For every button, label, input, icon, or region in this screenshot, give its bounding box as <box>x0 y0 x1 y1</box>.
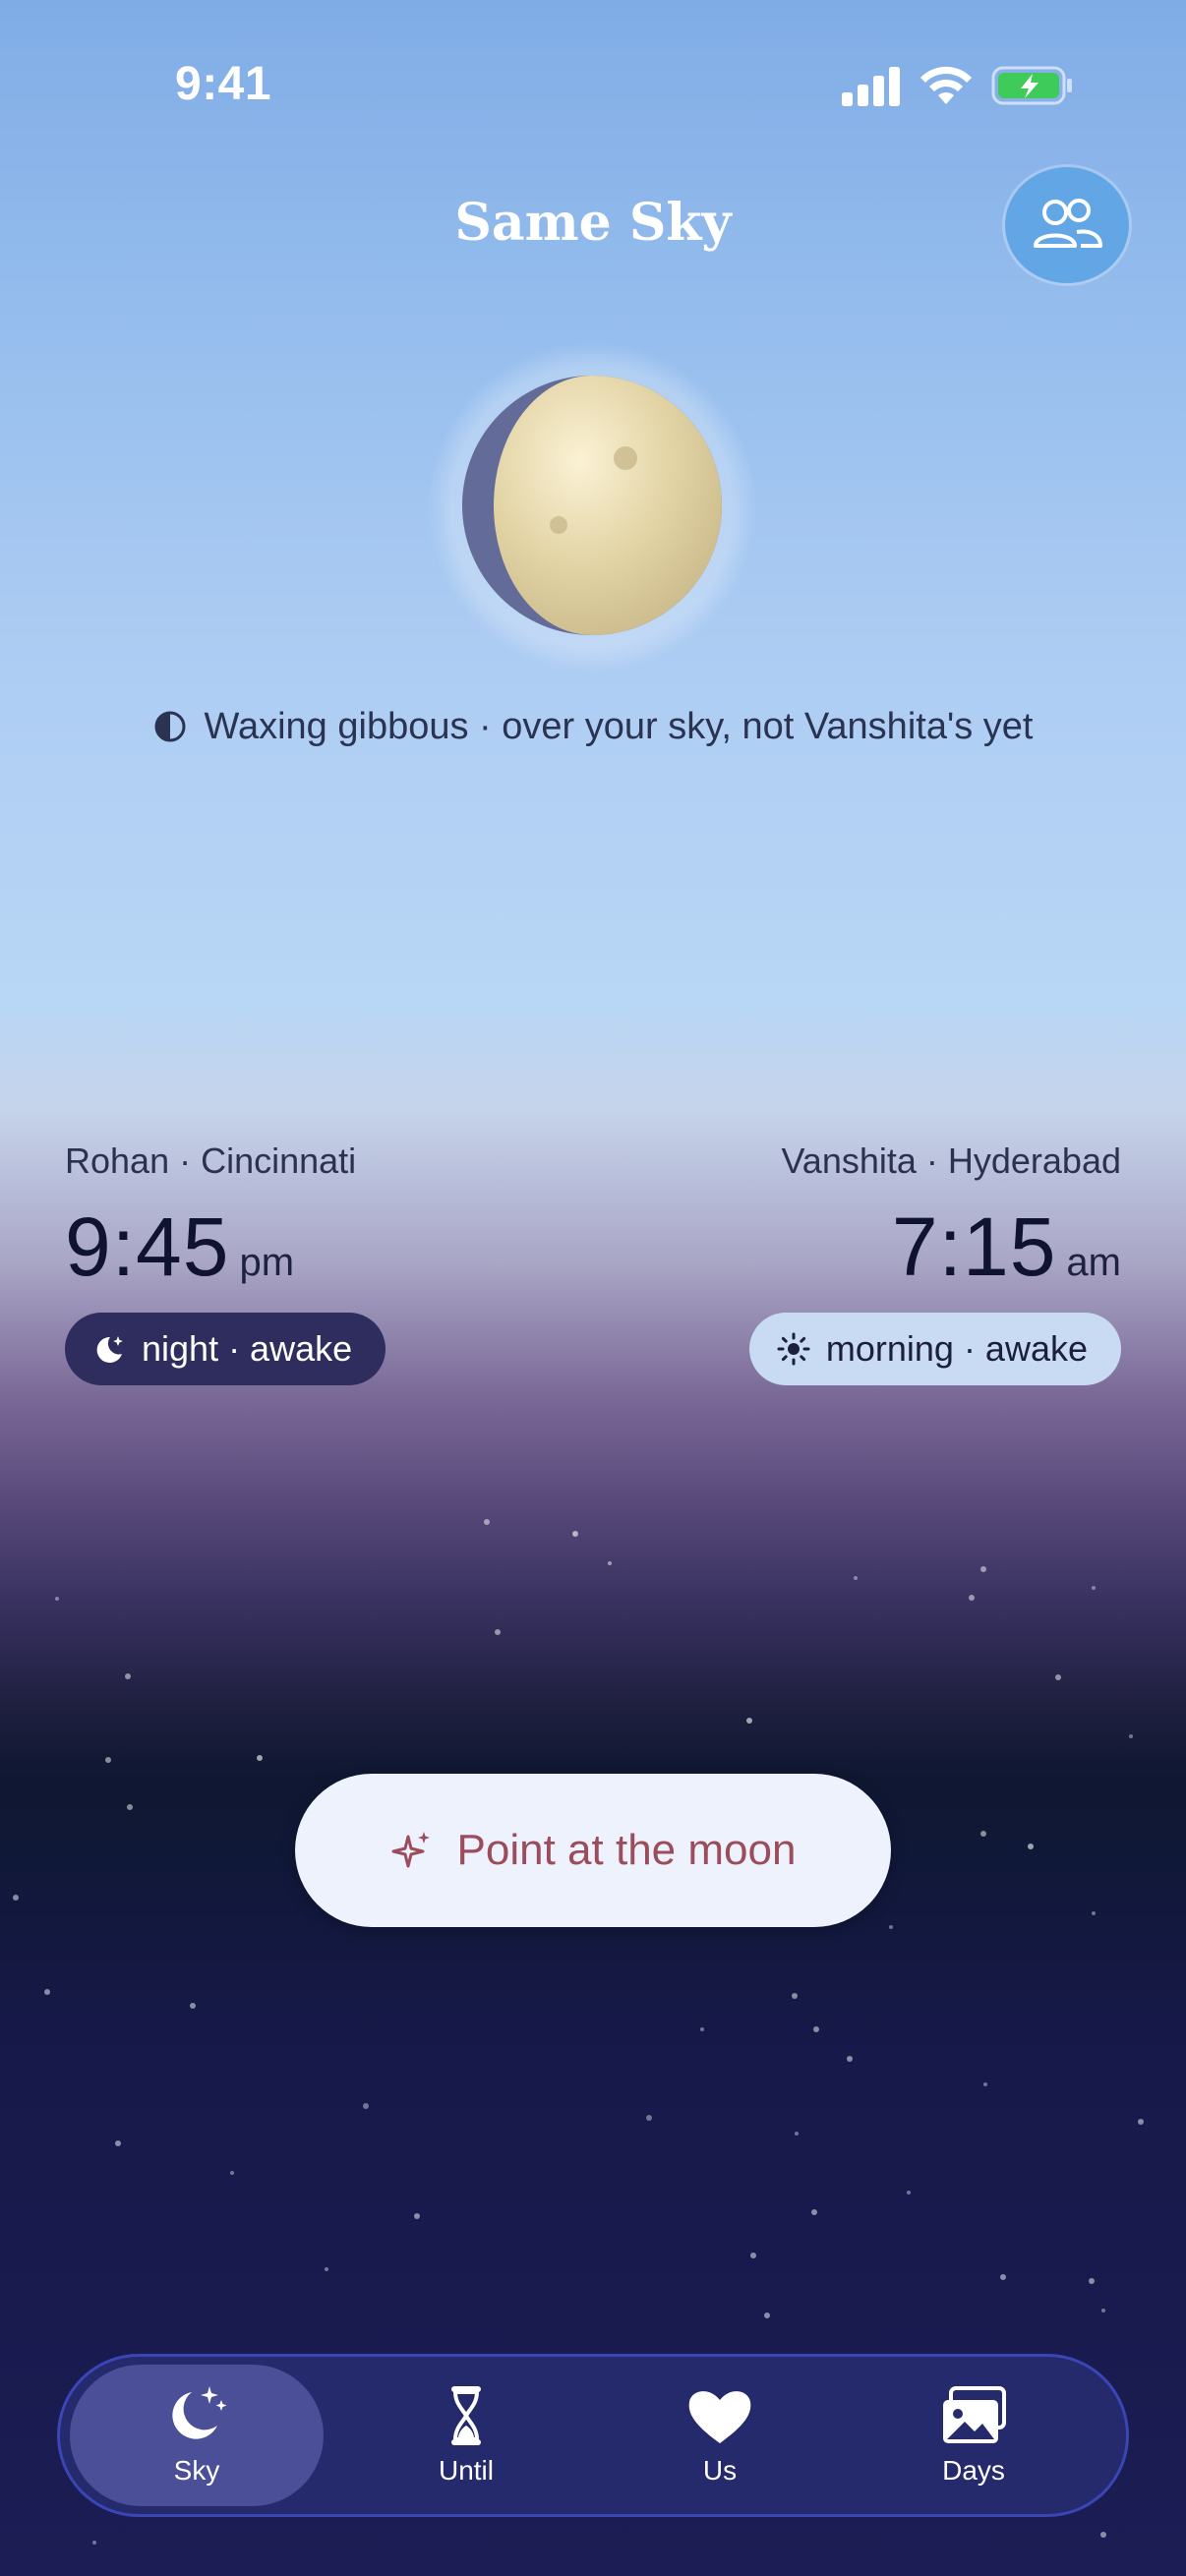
tab-label: Us <box>702 2455 738 2486</box>
status-badge-morning: morning · awake <box>748 1313 1121 1385</box>
person-card-vanshita: Vanshita · Hyderabad 7:15 am morning · aw… <box>748 1141 1121 1385</box>
moon-stars-icon <box>172 2386 227 2439</box>
half-moon-icon <box>154 711 186 742</box>
tab-sky[interactable]: Sky <box>70 2365 324 2506</box>
sun-icon <box>777 1332 810 1366</box>
moon-phase-caption: Waxing gibbous · over your sky, not Vans… <box>0 706 1186 748</box>
local-time: 7:15 am <box>749 1200 1121 1295</box>
local-time-ampm: pm <box>239 1241 295 1284</box>
photos-icon <box>943 2386 1006 2443</box>
status-time: 9:41 <box>175 58 272 110</box>
local-time-value: 7:15 <box>891 1200 1057 1293</box>
local-time-ampm: am <box>1066 1241 1121 1284</box>
tab-until[interactable]: Until <box>339 2365 593 2506</box>
moon-phase-text: Waxing gibbous · over your sky, not Vans… <box>204 706 1034 747</box>
status-bar: 9:41 <box>0 0 1186 147</box>
moon-icon <box>96 1336 123 1363</box>
tab-label: Until <box>438 2455 494 2486</box>
point-at-moon-button[interactable]: Point at the moon <box>295 1774 891 1927</box>
tab-label: Sky <box>173 2455 220 2486</box>
person-name-location: Vanshita · Hyderabad <box>781 1141 1121 1181</box>
tab-bar: Sky Until Us Days <box>57 2354 1129 2517</box>
person-card-rohan: Rohan · Cincinnati 9:45 pm night · awake <box>65 1141 386 1385</box>
hourglass-icon <box>451 2386 481 2445</box>
heart-icon <box>688 2391 751 2443</box>
tab-label: Days <box>942 2455 1005 2486</box>
wifi-icon <box>920 66 972 104</box>
local-time-value: 9:45 <box>65 1200 230 1293</box>
tab-us[interactable]: Us <box>593 2365 847 2506</box>
cellular-signal-icon <box>842 67 900 106</box>
point-at-moon-label: Point at the moon <box>456 1826 797 1874</box>
two-people-icon <box>1034 199 1102 248</box>
sparkle-icon <box>391 1832 430 1868</box>
status-badge-label: morning · awake <box>825 1328 1088 1369</box>
tab-days[interactable]: Days <box>847 2365 1100 2506</box>
status-badge-night: night · awake <box>65 1313 386 1385</box>
status-badge-label: night · awake <box>142 1328 353 1369</box>
same-sky-screen: 9:41 Same Sky Waxing gibbous · over your… <box>0 0 1186 2576</box>
moon-graphic <box>427 342 757 673</box>
battery-charging-icon <box>991 66 1072 105</box>
person-name-location: Rohan · Cincinnati <box>65 1141 357 1181</box>
partners-button[interactable] <box>1005 167 1129 283</box>
local-time: 9:45 pm <box>65 1200 385 1295</box>
